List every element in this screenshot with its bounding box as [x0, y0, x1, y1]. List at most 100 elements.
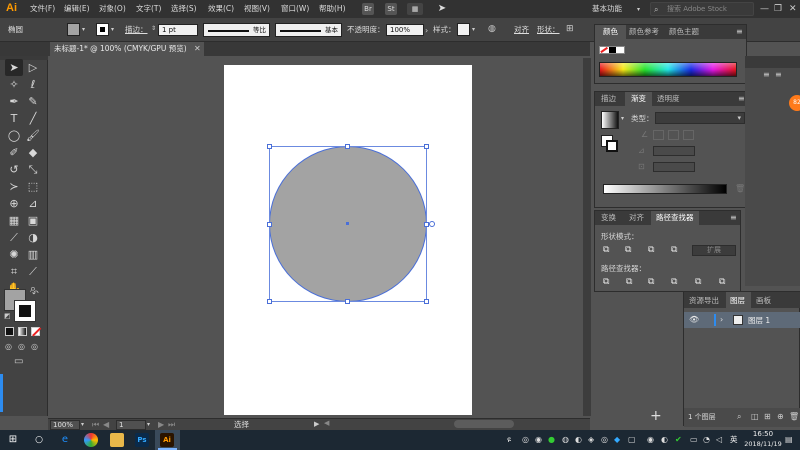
align-label[interactable]: 对齐 [514, 26, 529, 34]
tab-stroke[interactable]: 描边 [601, 95, 616, 103]
artboard-field[interactable]: 1 [116, 420, 146, 430]
draw-normal-icon[interactable]: ◎ [5, 342, 12, 351]
locate-object-icon[interactable]: ⌕ [737, 412, 741, 422]
chevron-down-icon[interactable]: ▾ [111, 26, 114, 33]
crop-icon[interactable]: ⧉ [671, 277, 677, 287]
draw-inside-icon[interactable]: ◎ [31, 342, 38, 351]
stroke-gradient-option[interactable] [683, 130, 694, 140]
layer-name[interactable]: 图层 1 [748, 317, 770, 325]
ellipse-tool-icon[interactable]: ◯ [5, 127, 23, 144]
zoom-field[interactable]: 100% [50, 420, 80, 430]
tab-layers[interactable]: 图层 [730, 297, 745, 305]
column-graph-tool-icon[interactable]: ▥ [24, 246, 42, 263]
magic-wand-tool-icon[interactable]: ✧ [5, 76, 23, 93]
tab-artboards[interactable]: 画板 [756, 297, 771, 305]
menu-file[interactable]: 文件(F) [30, 5, 55, 13]
gradient-stroke-box[interactable] [606, 140, 618, 152]
new-layer-icon[interactable]: ⊕ [777, 412, 784, 421]
perspective-grid-tool-icon[interactable]: ⊿ [24, 195, 42, 212]
tab-transform[interactable]: 变换 [601, 214, 616, 222]
curvature-tool-icon[interactable]: ✎ [24, 93, 42, 110]
outline-icon[interactable]: ⧉ [695, 277, 701, 287]
cc-notification-badge[interactable]: 82 [789, 95, 800, 111]
selection-tool-icon[interactable]: ➤ [5, 59, 23, 76]
unite-icon[interactable]: ⧉ [603, 245, 609, 255]
tab-asset-export[interactable]: 资源导出 [689, 297, 719, 305]
document-tab[interactable]: 未标题-1* @ 100% (CMYK/GPU 预览) ✕ [50, 42, 204, 56]
menu-edit[interactable]: 编辑(E) [64, 5, 90, 13]
chevron-down-icon[interactable]: ▾ [472, 26, 475, 33]
make-clipping-mask-icon[interactable]: ◫ [751, 412, 759, 421]
merge-icon[interactable]: ⧉ [648, 277, 654, 287]
horizontal-scrollbar-thumb[interactable] [454, 420, 514, 428]
default-colors-icon[interactable]: ◩ [4, 312, 11, 320]
menu-object[interactable]: 对象(O) [99, 5, 126, 13]
none-mode-icon[interactable] [31, 327, 41, 337]
variable-width-profile[interactable]: 等比 [203, 23, 270, 37]
resize-handle[interactable] [345, 144, 350, 149]
aspect-ratio-field[interactable] [653, 162, 695, 172]
type-tool-icon[interactable]: T [5, 110, 23, 127]
swap-icon[interactable]: ↶ [32, 289, 39, 298]
transform-icon[interactable]: ⊞ [566, 24, 580, 36]
gradient-type-select[interactable]: ▾ [655, 112, 745, 124]
resize-handle[interactable] [424, 144, 429, 149]
arrange-documents-icon[interactable]: ▦ [407, 3, 423, 15]
menu-view[interactable]: 视图(V) [244, 5, 270, 13]
canvas-vertical-scrollbar[interactable] [583, 58, 591, 416]
resize-handle[interactable] [267, 222, 272, 227]
panel-menu-icon[interactable]: ≡ [738, 94, 745, 103]
tray-icon[interactable]: ◉ [647, 435, 654, 444]
artboard-tool-icon[interactable]: ⌗ [5, 263, 23, 280]
scroll-left-icon[interactable]: ◀ [324, 419, 334, 429]
tray-icon[interactable]: ✔ [675, 435, 682, 444]
angle-field[interactable] [653, 146, 695, 156]
chevron-right-icon[interactable]: › [425, 26, 428, 35]
gradient-tool-icon[interactable]: ▣ [24, 212, 42, 229]
tab-pathfinder[interactable]: 路径查找器 [656, 214, 694, 222]
resize-handle[interactable] [345, 299, 350, 304]
scale-tool-icon[interactable]: ⤡ [24, 161, 42, 178]
minus-front-icon[interactable]: ⧉ [625, 245, 631, 255]
network-icon[interactable]: ◔ [703, 435, 710, 444]
shape-label[interactable]: 形状： [537, 26, 560, 34]
new-sublayer-icon[interactable]: ⊞ [764, 412, 771, 421]
status-arrow-icon[interactable]: ▶ [314, 420, 319, 428]
resize-handle[interactable] [424, 299, 429, 304]
opacity-field[interactable]: 100% [386, 24, 424, 36]
tab-color[interactable]: 颜色 [603, 28, 618, 36]
tray-icon[interactable]: ▢ [628, 435, 636, 444]
recolor-icon[interactable]: ◍ [488, 24, 502, 36]
ime-indicator[interactable]: 英 [730, 436, 738, 444]
lasso-tool-icon[interactable]: ℓ [24, 76, 42, 93]
trash-icon[interactable]: 🗑 [789, 412, 799, 421]
tab-align[interactable]: 对齐 [629, 214, 644, 222]
chevron-down-icon[interactable]: ▾ [147, 421, 150, 428]
windows-start-icon[interactable]: ⊞ [6, 433, 20, 447]
workspace-switcher[interactable]: 基本功能 [592, 5, 622, 13]
panel-menu-icon[interactable]: ≡ [730, 213, 737, 222]
tab-gradient[interactable]: 渐变 [631, 95, 646, 103]
resize-handle[interactable] [267, 299, 272, 304]
menu-help[interactable]: 帮助(H) [319, 5, 346, 13]
paintbrush-tool-icon[interactable]: 🖌 [24, 127, 42, 144]
battery-icon[interactable]: ▭ [690, 435, 698, 444]
menu-select[interactable]: 选择(S) [171, 5, 197, 13]
notification-center-icon[interactable]: ▤ [785, 435, 793, 444]
screen-mode-icon[interactable]: ▭ [14, 356, 23, 367]
photoshop-icon[interactable]: Ps [135, 433, 149, 447]
graphic-style-swatch[interactable] [457, 23, 470, 36]
slice-tool-icon[interactable]: ⟋ [24, 263, 42, 280]
tray-icon[interactable]: ◍ [562, 435, 569, 444]
direct-selection-tool-icon[interactable]: ▷ [24, 59, 42, 76]
people-icon[interactable]: ዩ [507, 435, 511, 445]
blend-tool-icon[interactable]: ◑ [24, 229, 42, 246]
menu-effect[interactable]: 效果(C) [208, 5, 234, 13]
fill-swatch[interactable] [67, 23, 80, 36]
bridge-icon[interactable]: Br [362, 3, 374, 15]
file-explorer-icon[interactable] [110, 433, 124, 447]
shape-builder-tool-icon[interactable]: ⊕ [5, 195, 23, 212]
close-icon[interactable]: ✕ [194, 44, 201, 53]
tray-icon[interactable]: ◎ [522, 435, 529, 444]
shaper-tool-icon[interactable]: ✐ [5, 144, 23, 161]
